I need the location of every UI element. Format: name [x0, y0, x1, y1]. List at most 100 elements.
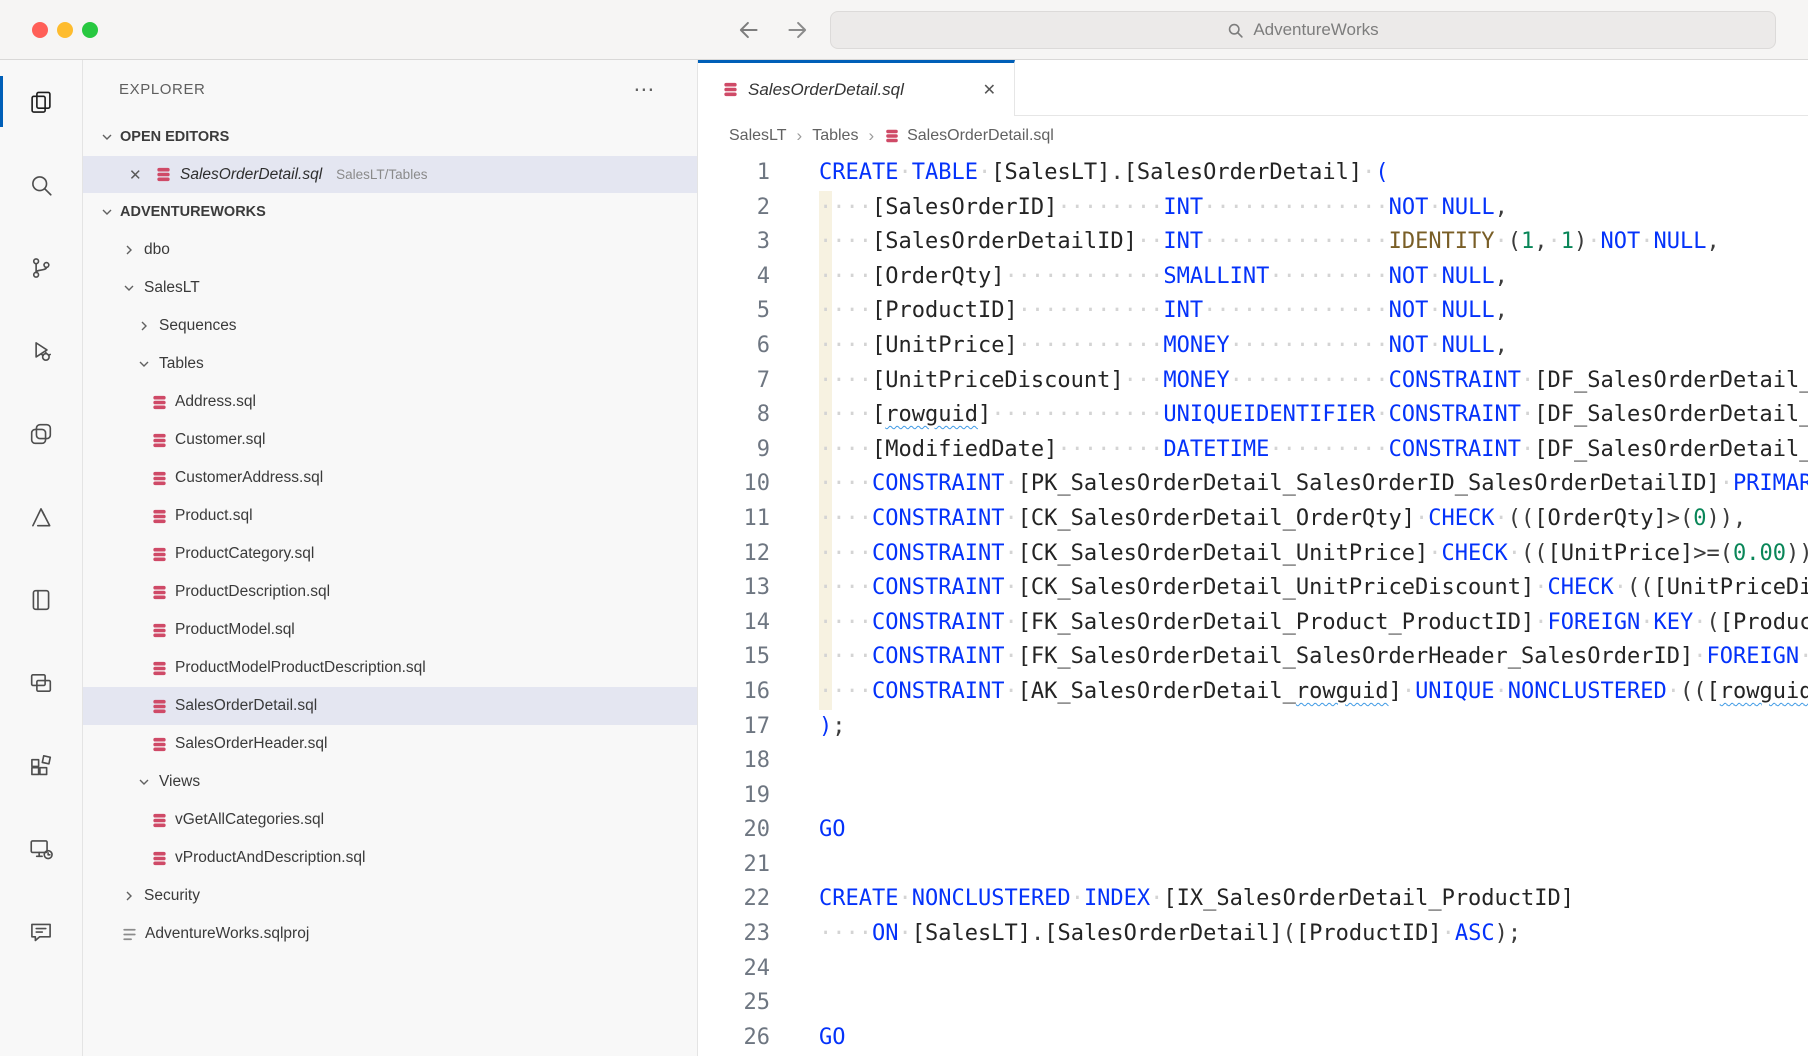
activity-bar-item-search[interactable]: [0, 143, 82, 226]
tree-item-label: Customer.sql: [175, 431, 265, 449]
open-editor-item[interactable]: ✕ SalesOrderDetail.sql SalesLT/Tables: [83, 156, 697, 193]
database-projects-icon: [28, 421, 54, 447]
project-file-icon: [121, 926, 138, 943]
database-icon: [151, 584, 168, 601]
windows-icon: [28, 670, 54, 696]
tree-item-label: SalesOrderDetail.sql: [175, 697, 317, 715]
line-number: 2: [698, 191, 770, 226]
breadcrumb-file[interactable]: SalesOrderDetail.sql: [884, 127, 1054, 145]
close-tab-button[interactable]: ✕: [983, 80, 996, 100]
breadcrumb-schema[interactable]: SalesLT: [729, 127, 787, 145]
remote-explorer-icon: [28, 836, 54, 862]
line-number: 14: [698, 606, 770, 641]
database-icon: [151, 736, 168, 753]
database-icon: [151, 508, 168, 525]
tree-item-tables[interactable]: Tables: [83, 345, 697, 383]
activity-bar-item-run-debug[interactable]: [0, 309, 82, 392]
chevron-right-icon[interactable]: [121, 888, 137, 904]
forward-button[interactable]: [784, 0, 810, 59]
editor-code[interactable]: 1CREATE·TABLE·[SalesLT].[SalesOrderDetai…: [698, 156, 1808, 1056]
search-icon: [1227, 22, 1244, 39]
window-controls: [32, 22, 98, 38]
tree-item-product.sql[interactable]: Product.sql: [83, 497, 697, 535]
line-number: 11: [698, 502, 770, 537]
tree-item-adventureworks.sqlproj[interactable]: AdventureWorks.sqlproj: [83, 915, 697, 953]
close-window-button[interactable]: [32, 22, 48, 38]
activity-bar-item-source-control[interactable]: [0, 226, 82, 309]
chevron-down-icon[interactable]: [136, 356, 152, 372]
tree-item-productmodel.sql[interactable]: ProductModel.sql: [83, 611, 697, 649]
tree-item-vproductanddescription.sql[interactable]: vProductAndDescription.sql: [83, 839, 697, 877]
close-editor-icon[interactable]: ✕: [129, 166, 147, 184]
activity-bar-item-extensions[interactable]: [0, 724, 82, 807]
tree-item-label: ProductModel.sql: [175, 621, 295, 639]
open-editors-section-header[interactable]: OPEN EDITORS: [83, 118, 697, 156]
tree-item-customer.sql[interactable]: Customer.sql: [83, 421, 697, 459]
database-icon: [151, 394, 168, 411]
tree-item-saleslt[interactable]: SalesLT: [83, 269, 697, 307]
tree-item-customeraddress.sql[interactable]: CustomerAddress.sql: [83, 459, 697, 497]
code-line-19: 19: [698, 779, 1808, 814]
activity-bar-item-remote-explorer[interactable]: [0, 807, 82, 890]
tree-item-vgetallcategories.sql[interactable]: vGetAllCategories.sql: [83, 801, 697, 839]
zoom-window-button[interactable]: [82, 22, 98, 38]
code-line-24: 24: [698, 952, 1808, 987]
code-line-22: 22CREATE·NONCLUSTERED·INDEX·[IX_SalesOrd…: [698, 882, 1808, 917]
line-number: 6: [698, 329, 770, 364]
tree-item-dbo[interactable]: dbo: [83, 231, 697, 269]
line-number: 17: [698, 710, 770, 745]
database-icon: [884, 128, 900, 144]
tree-item-label: vGetAllCategories.sql: [175, 811, 324, 829]
breadcrumb-file-label: SalesOrderDetail.sql: [907, 127, 1054, 145]
tab-salesorderdetail[interactable]: SalesOrderDetail.sql ✕: [698, 60, 1015, 116]
workspace-section-header[interactable]: ADVENTUREWORKS: [83, 193, 697, 231]
tab-label: SalesOrderDetail.sql: [748, 80, 904, 100]
command-center-search[interactable]: AdventureWorks: [830, 11, 1776, 49]
code-line-14: 14····CONSTRAINT·[FK_SalesOrderDetail_Pr…: [698, 606, 1808, 641]
explorer-icon: [28, 89, 54, 115]
tree-item-address.sql[interactable]: Address.sql: [83, 383, 697, 421]
chevron-right-icon[interactable]: [136, 318, 152, 334]
line-number: 23: [698, 917, 770, 952]
back-button[interactable]: [736, 0, 762, 59]
tree-item-label: ProductModelProductDescription.sql: [175, 659, 426, 677]
tree-item-sequences[interactable]: Sequences: [83, 307, 697, 345]
minimize-window-button[interactable]: [57, 22, 73, 38]
chevron-down-icon[interactable]: [136, 774, 152, 790]
open-editor-filename: SalesOrderDetail.sql: [180, 166, 322, 184]
tree-item-salesorderheader.sql[interactable]: SalesOrderHeader.sql: [83, 725, 697, 763]
line-number: 21: [698, 848, 770, 883]
activity-bar-item-comments[interactable]: [0, 890, 82, 973]
code-line-2: 2····[SalesOrderID]········INT··········…: [698, 191, 1808, 226]
tree-item-productdescription.sql[interactable]: ProductDescription.sql: [83, 573, 697, 611]
tree-item-views[interactable]: Views: [83, 763, 697, 801]
chevron-down-icon[interactable]: [121, 280, 137, 296]
database-icon: [155, 166, 172, 183]
code-line-11: 11····CONSTRAINT·[CK_SalesOrderDetail_Or…: [698, 502, 1808, 537]
activity-bar-item-azure[interactable]: [0, 475, 82, 558]
tree-item-security[interactable]: Security: [83, 877, 697, 915]
code-line-1: 1CREATE·TABLE·[SalesLT].[SalesOrderDetai…: [698, 156, 1808, 191]
command-center-label: AdventureWorks: [1253, 20, 1378, 40]
activity-bar-item-windows[interactable]: [0, 641, 82, 724]
tree-item-label: Sequences: [159, 317, 237, 335]
database-icon: [151, 698, 168, 715]
chevron-right-icon[interactable]: [121, 242, 137, 258]
tree-item-productcategory.sql[interactable]: ProductCategory.sql: [83, 535, 697, 573]
breadcrumb-separator: ›: [797, 126, 803, 146]
more-actions-button[interactable]: ⋯: [633, 77, 655, 102]
open-editors-label: OPEN EDITORS: [120, 129, 229, 145]
activity-bar-item-notebooks[interactable]: [0, 558, 82, 641]
workspace-label: ADVENTUREWORKS: [120, 204, 266, 220]
code-line-7: 7····[UnitPriceDiscount]···MONEY········…: [698, 364, 1808, 399]
explorer-sidebar: EXPLORER ⋯ OPEN EDITORS ✕ SalesOrderDeta…: [83, 60, 698, 1056]
code-line-15: 15····CONSTRAINT·[FK_SalesOrderDetail_Sa…: [698, 640, 1808, 675]
activity-bar-item-explorer[interactable]: [0, 60, 82, 143]
tree-item-productmodelproductdescription.sql[interactable]: ProductModelProductDescription.sql: [83, 649, 697, 687]
breadcrumb-folder[interactable]: Tables: [812, 127, 858, 145]
tree-item-salesorderdetail.sql[interactable]: SalesOrderDetail.sql: [83, 687, 697, 725]
sidebar-title: EXPLORER: [119, 81, 206, 98]
code-line-4: 4····[OrderQty]············SMALLINT·····…: [698, 260, 1808, 295]
database-icon: [151, 660, 168, 677]
activity-bar-item-database-projects[interactable]: [0, 392, 82, 475]
